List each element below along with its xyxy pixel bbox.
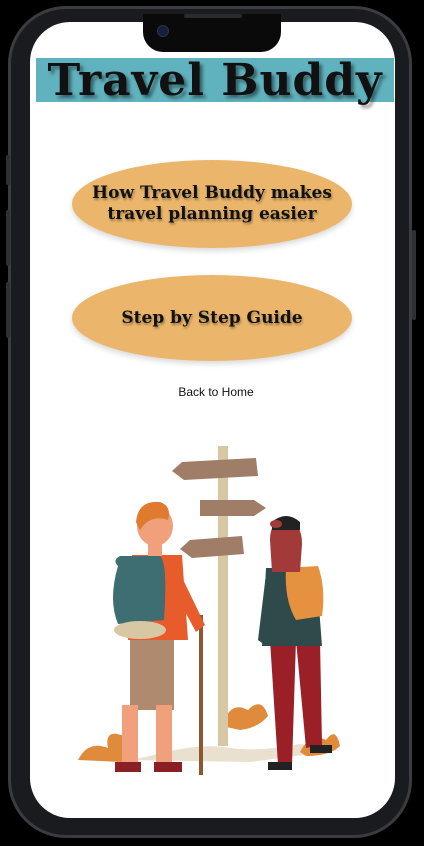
step-by-step-guide-button[interactable]: Step by Step Guide [72, 275, 352, 361]
volume-down-button [6, 282, 10, 338]
screen [30, 22, 395, 818]
power-button [412, 230, 416, 320]
how-it-works-button[interactable]: How Travel Buddy makes travel planning e… [72, 160, 352, 248]
camera-icon [157, 25, 169, 37]
speaker-grille [184, 14, 242, 18]
back-to-home-button[interactable]: Back to Home [163, 380, 269, 404]
volume-up-button [6, 210, 10, 266]
mute-switch [6, 155, 10, 185]
app-title: Travel Buddy [47, 55, 383, 106]
